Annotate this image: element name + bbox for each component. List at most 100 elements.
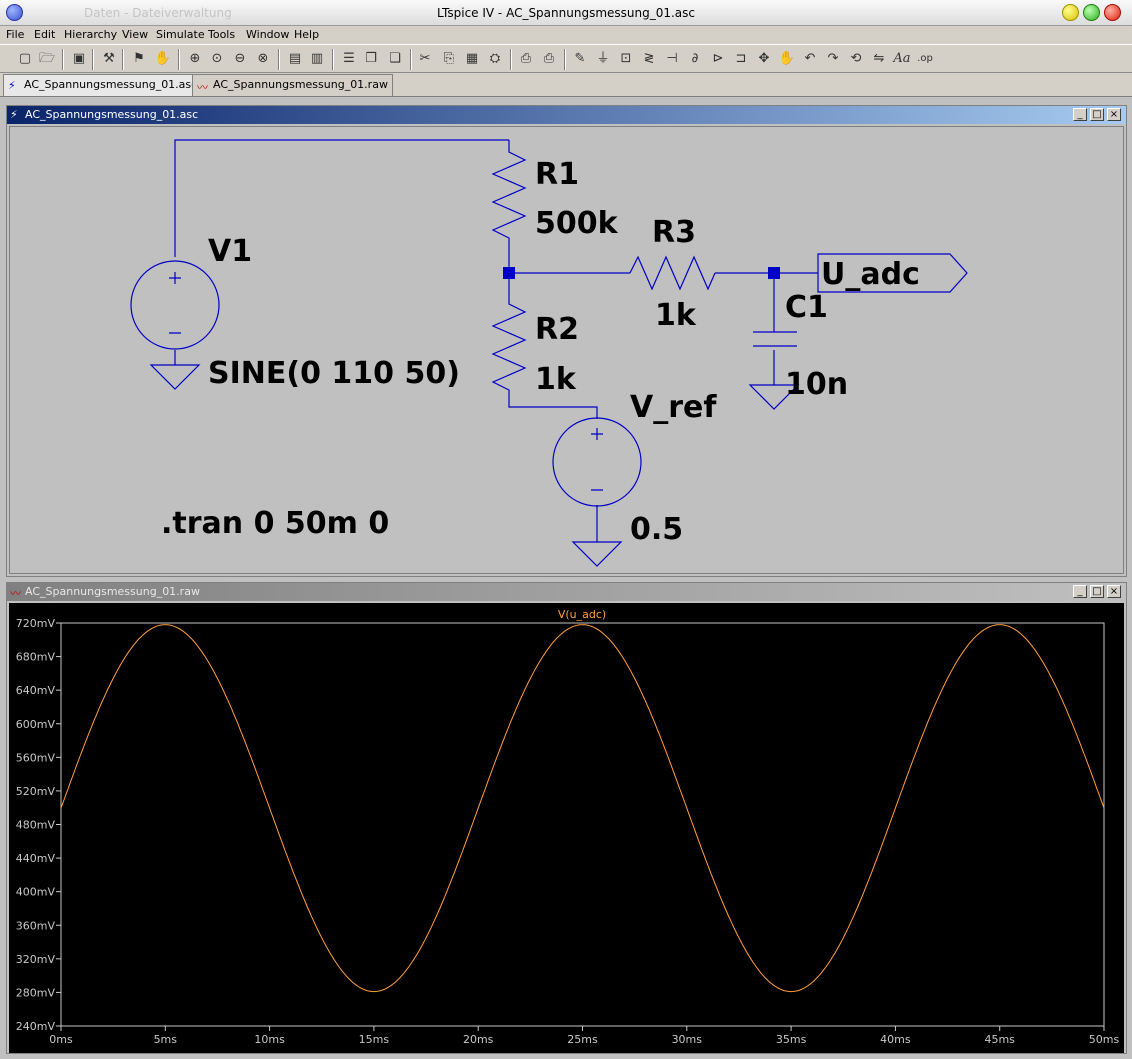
x-tick-label: 20ms (463, 1033, 494, 1046)
close-window-button[interactable] (1104, 4, 1121, 21)
waveform-window-titlebar[interactable]: 〰 AC_Spannungsmessung_01.raw (7, 583, 1126, 601)
new-schematic-icon[interactable]: ▢ (16, 50, 34, 68)
vref-name[interactable]: V_ref (630, 390, 717, 425)
waveform-maximize-button[interactable]: □ (1090, 585, 1104, 598)
menu-simulate[interactable]: Simulate (156, 28, 205, 41)
c1-value[interactable]: 10n (785, 367, 848, 402)
cascade-icon[interactable]: ❐ (362, 50, 380, 68)
v1-value[interactable]: SINE(0 110 50) (208, 356, 460, 391)
pan-icon[interactable]: ⊙ (208, 50, 226, 68)
undo-icon[interactable]: ↶ (801, 50, 819, 68)
y-tick-label: 560mV (16, 751, 56, 764)
mirror-icon[interactable]: ⇋ (870, 50, 888, 68)
resistor-r2[interactable] (491, 302, 527, 392)
v1-name[interactable]: V1 (208, 234, 252, 269)
spice-directive[interactable]: .tran 0 50m 0 (161, 506, 389, 541)
open-folder-icon[interactable]: 🗁 (38, 50, 56, 68)
inductor-icon[interactable]: ∂ (686, 50, 704, 68)
run-simulation-icon[interactable]: ⚑ (130, 50, 148, 68)
save-icon[interactable]: ▣ (70, 50, 88, 68)
print-icon[interactable]: ⎙ (540, 50, 558, 68)
y-tick-label: 640mV (16, 684, 56, 697)
schematic-maximize-button[interactable]: □ (1090, 108, 1104, 121)
port-label[interactable]: U_adc (821, 257, 920, 292)
x-tick-label: 45ms (984, 1033, 1015, 1046)
menu-help[interactable]: Help (294, 28, 319, 41)
resistor-r3[interactable] (629, 255, 716, 291)
y-tick-label: 480mV (16, 819, 56, 832)
ground-icon[interactable]: ⏚ (594, 50, 612, 68)
c1-name[interactable]: C1 (785, 290, 828, 325)
waveform-window-title: AC_Spannungsmessung_01.raw (25, 585, 200, 598)
diode-icon[interactable]: ⊳ (709, 50, 727, 68)
zoom-in-icon[interactable]: ⊕ (186, 50, 204, 68)
tab-schematic[interactable]: ⚡ AC_Spannungsmessung_01.asc (3, 74, 203, 96)
menu-file[interactable]: File (6, 28, 24, 41)
component-icon[interactable]: ⊐ (732, 50, 750, 68)
draw-wire-icon[interactable]: ✎ (571, 50, 589, 68)
menu-edit[interactable]: Edit (34, 28, 55, 41)
polarity-marks (591, 428, 603, 491)
zoom-fit-icon[interactable]: ⊗ (254, 50, 272, 68)
move-icon[interactable]: ✥ (755, 50, 773, 68)
menu-hierarchy[interactable]: Hierarchy (64, 28, 117, 41)
toolbar: ▢ 🗁 ▣ ⚒ ⚑ ✋ ⊕ ⊙ ⊖ ⊗ ▤ ▥ ☰ ❐ ❏ ✂ ⎘ ▦ ⛭ ⎙ … (0, 44, 1132, 73)
autorange-icon[interactable]: ▤ (286, 50, 304, 68)
r3-name[interactable]: R3 (652, 215, 696, 250)
resistor-icon[interactable]: ≷ (640, 50, 658, 68)
spice-directive-icon[interactable]: .op (916, 50, 934, 68)
capacitor-icon[interactable]: ⊣ (663, 50, 681, 68)
x-tick-label: 5ms (154, 1033, 178, 1046)
tile-vertical-icon[interactable]: ❏ (386, 50, 404, 68)
rotate-icon[interactable]: ⟲ (847, 50, 865, 68)
menu-view[interactable]: View (122, 28, 148, 41)
y-tick-label: 320mV (16, 953, 56, 966)
tab-waveform-label: AC_Spannungsmessung_01.raw (213, 78, 388, 91)
schematic-minimize-button[interactable]: _ (1073, 108, 1087, 121)
r1-value[interactable]: 500k (535, 206, 619, 241)
schematic-canvas[interactable]: V1 SINE(0 110 50) R1 500k R2 1k R3 1k C1… (9, 126, 1124, 574)
drag-icon[interactable]: ✋ (778, 50, 796, 68)
ground-symbol[interactable] (571, 540, 623, 567)
halt-icon[interactable]: ✋ (154, 50, 172, 68)
menu-window[interactable]: Window (246, 28, 289, 41)
resistor-r1[interactable] (491, 140, 527, 240)
window-title: LTspice IV - AC_Spannungsmessung_01.asc (436, 6, 696, 20)
copy-icon[interactable]: ⎘ (440, 50, 458, 68)
trace-v-u-adc[interactable] (60, 624, 1105, 993)
text-icon[interactable]: Aa (893, 50, 911, 68)
tile-horizontal-icon[interactable]: ☰ (340, 50, 358, 68)
document-tab-bar: ⚡ AC_Spannungsmessung_01.asc 〰 AC_Spannu… (0, 73, 1132, 97)
menu-tools[interactable]: Tools (208, 28, 235, 41)
delete-trace-icon[interactable]: ▥ (308, 50, 326, 68)
tab-waveform[interactable]: 〰 AC_Spannungsmessung_01.raw (192, 74, 393, 96)
cut-icon[interactable]: ✂ (416, 50, 434, 68)
schematic-window-titlebar[interactable]: ⚡ AC_Spannungsmessung_01.asc (7, 106, 1126, 124)
minimize-window-button[interactable] (1062, 4, 1079, 21)
zoom-out-icon[interactable]: ⊖ (231, 50, 249, 68)
waveform-plot-area[interactable]: V(u_adc) 720mV 680mV 640mV 600mV 560mV 520mV 4… (9, 603, 1124, 1053)
schematic-drawing: V1 SINE(0 110 50) R1 500k R2 1k R3 1k C1… (130, 139, 968, 567)
waveform-minimize-button[interactable]: _ (1073, 585, 1087, 598)
junction-dot (503, 267, 515, 279)
find-icon[interactable]: ⛭ (486, 50, 504, 68)
label-net-icon[interactable]: ⊡ (617, 50, 635, 68)
ground-symbol[interactable] (149, 360, 201, 390)
toolbar-separator (122, 49, 124, 70)
paste-icon[interactable]: ▦ (463, 50, 481, 68)
capacitor-c1[interactable] (753, 331, 797, 347)
schematic-icon: ⚡ (8, 79, 16, 92)
maximize-window-button[interactable] (1083, 4, 1100, 21)
x-tick-label: 30ms (672, 1033, 703, 1046)
redo-icon[interactable]: ↷ (824, 50, 842, 68)
print-setup-icon[interactable]: ⎙ (517, 50, 535, 68)
r3-value[interactable]: 1k (655, 298, 697, 333)
waveform-close-button[interactable]: × (1107, 585, 1121, 598)
schematic-close-button[interactable]: × (1107, 108, 1121, 121)
vref-value[interactable]: 0.5 (630, 512, 683, 547)
trace-label[interactable]: V(u_adc) (558, 608, 606, 621)
r2-name[interactable]: R2 (535, 312, 579, 347)
r2-value[interactable]: 1k (535, 362, 577, 397)
r1-name[interactable]: R1 (535, 157, 579, 192)
control-panel-icon[interactable]: ⚒ (100, 50, 118, 68)
